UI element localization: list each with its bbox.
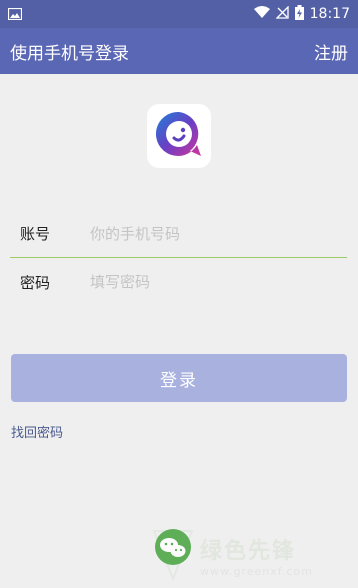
watermark: 绿色先锋 www.greenxf.com — [150, 522, 358, 588]
app-bar: 使用手机号登录 注册 — [0, 28, 358, 74]
chat-bubble-logo-icon — [154, 109, 204, 163]
status-right: 18:17 — [253, 4, 350, 24]
wifi-icon — [253, 5, 270, 23]
status-bar: 18:17 — [0, 0, 358, 28]
account-input[interactable] — [90, 224, 347, 243]
status-left — [7, 5, 254, 24]
password-label: 密码 — [20, 273, 51, 292]
image-icon — [7, 5, 23, 24]
status-time: 18:17 — [309, 6, 350, 22]
wechat-icon — [150, 525, 196, 585]
battery-charging-icon — [294, 4, 304, 24]
watermark-title: 绿色先锋 — [200, 538, 297, 564]
password-row: 密码 — [10, 258, 347, 306]
forgot-password-link[interactable]: 找回密码 — [11, 422, 63, 441]
watermark-url: www.greenxf.com — [200, 564, 313, 578]
page-title: 使用手机号登录 — [10, 43, 129, 64]
account-row: 账号 — [10, 210, 347, 258]
app-logo — [147, 104, 211, 168]
watermark-text: 绿色先锋 www.greenxf.com — [200, 533, 313, 578]
no-signal-icon — [275, 4, 289, 23]
password-input[interactable] — [90, 273, 347, 291]
register-button[interactable]: 注册 — [314, 39, 348, 64]
account-label: 账号 — [20, 225, 51, 243]
login-button[interactable]: 登录 — [11, 354, 347, 402]
